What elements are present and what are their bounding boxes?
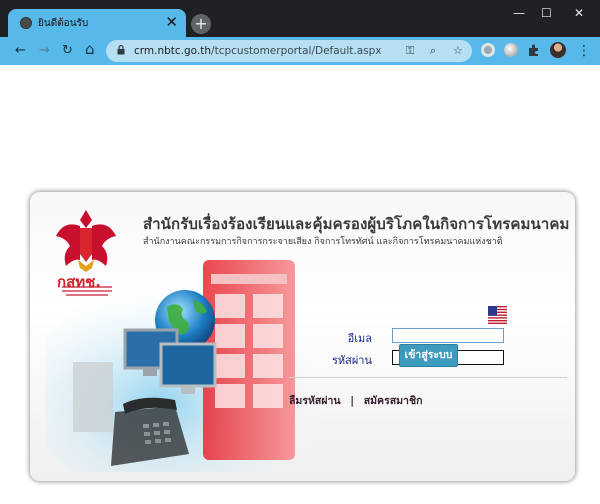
address-bar[interactable]: crm.nbtc.go.th/tcpcustomerportal/Default… [106, 40, 472, 62]
globe-icon [20, 17, 32, 29]
bookmark-star-icon[interactable]: ☆ [453, 44, 463, 57]
back-icon[interactable]: ← [15, 42, 26, 60]
browser-window: ยินดีต้อนรับ ✕ + — ☐ ✕ ← → ↻ ⌂ crm.nbtc.… [0, 0, 600, 504]
extensions-puzzle-icon[interactable] [527, 43, 541, 57]
profile-avatar[interactable] [550, 42, 566, 58]
title-bar: ยินดีต้อนรับ ✕ + — ☐ ✕ [0, 0, 600, 37]
lock-icon [117, 45, 125, 55]
extension-record-icon[interactable] [481, 43, 495, 57]
forward-icon[interactable]: → [39, 42, 50, 60]
page-content: กสทช. สำนักรับเรื่องร้องเรียนและคุ้มครอง… [5, 65, 595, 497]
page-subtitle: สำนักงานคณะกรรมการกิจการกระจายเสียง กิจก… [143, 237, 503, 247]
reload-icon[interactable]: ↻ [62, 42, 73, 60]
forgot-password-link[interactable]: ลืมรหัสผ่าน [289, 395, 341, 407]
tab-title: ยินดีต้อนรับ [38, 18, 89, 29]
home-icon[interactable]: ⌂ [85, 40, 95, 58]
form-divider [289, 377, 567, 378]
link-separator: | [350, 395, 355, 407]
tab-close-icon[interactable]: ✕ [165, 13, 178, 31]
brand-logo-text: กสทช. [57, 273, 102, 291]
minimize-button[interactable]: — [513, 6, 525, 20]
browser-tab[interactable]: ยินดีต้อนรับ ✕ [8, 9, 186, 37]
password-label: รหัสผ่าน [331, 354, 372, 367]
url-text: crm.nbtc.go.th/tcpcustomerportal/Default… [134, 45, 381, 57]
key-icon[interactable]: ⚿ [406, 44, 414, 58]
zoom-icon[interactable]: ⌕ [430, 44, 436, 58]
close-window-button[interactable]: ✕ [574, 6, 584, 20]
register-link[interactable]: สมัครสมาชิก [364, 395, 423, 407]
url-path: /tcpcustomerportal/Default.aspx [211, 45, 382, 57]
new-tab-button[interactable]: + [191, 14, 211, 34]
email-label: อีเมล [347, 332, 372, 345]
login-panel: กสทช. สำนักรับเรื่องร้องเรียนและคุ้มครอง… [30, 192, 575, 481]
browser-toolbar: ← → ↻ ⌂ crm.nbtc.go.th/tcpcustomerportal… [0, 37, 600, 65]
extension-sphere-icon[interactable] [504, 43, 518, 57]
maximize-button[interactable]: ☐ [541, 6, 552, 20]
account-links: ลืมรหัสผ่าน | สมัครสมาชิก [289, 392, 422, 409]
login-button[interactable]: เข้าสู่ระบบ [399, 344, 458, 367]
us-flag-icon[interactable] [488, 306, 507, 324]
url-host: crm.nbtc.go.th [134, 45, 212, 57]
page-title: สำนักรับเรื่องร้องเรียนและคุ้มครองผู้บริ… [143, 215, 570, 233]
browser-menu-icon[interactable]: ⋮ [577, 42, 591, 60]
email-field[interactable] [392, 328, 504, 343]
